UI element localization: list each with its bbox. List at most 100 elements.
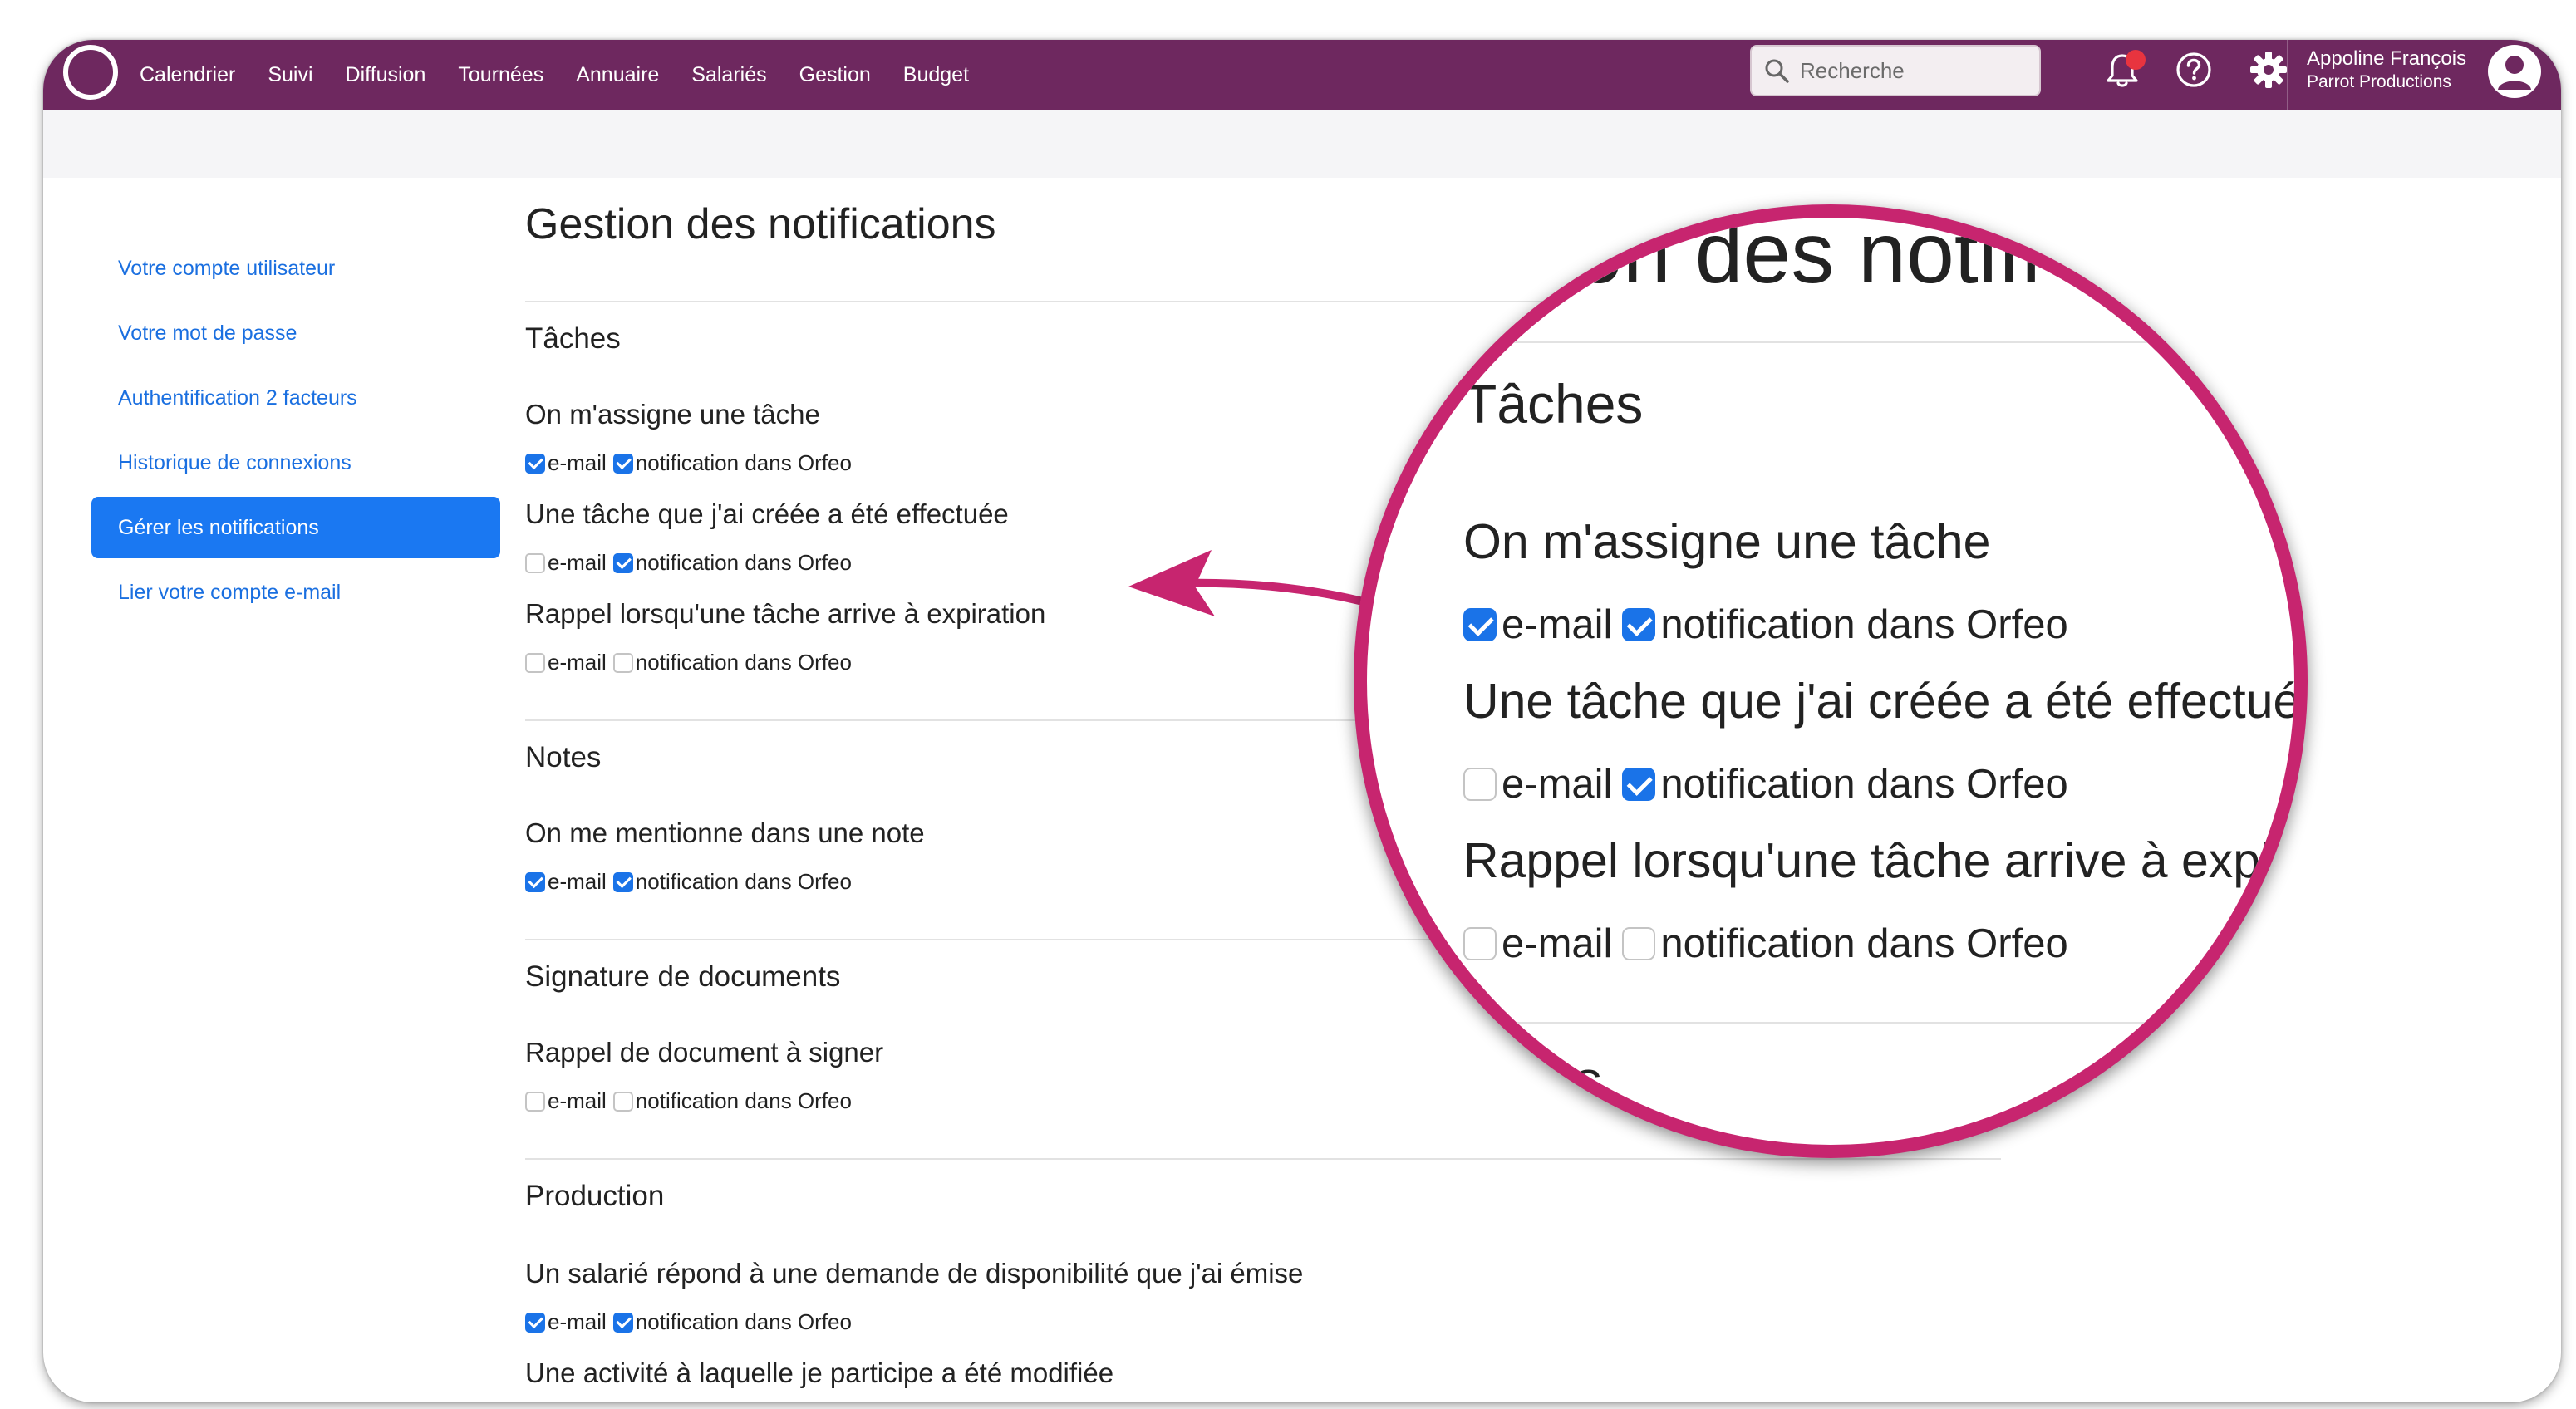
user-organization: Parrot Productions xyxy=(2307,72,2451,91)
notification-options: e-mail notification dans Orfeo xyxy=(525,1309,858,1335)
app-notification-checkbox[interactable] xyxy=(612,1091,633,1112)
app-notification-label: notification dans Orfeo xyxy=(635,550,852,575)
circle-logo-icon[interactable] xyxy=(63,45,118,100)
app-notification-label: notification dans Orfeo xyxy=(635,1088,852,1113)
email-checkbox[interactable] xyxy=(1463,608,1497,641)
divider xyxy=(1467,1022,2294,1024)
app-notification-checkbox[interactable] xyxy=(612,1312,633,1333)
menu-item-calendrier[interactable]: Calendrier xyxy=(140,63,235,87)
email-checkbox[interactable] xyxy=(525,552,545,573)
main-menu: Calendrier Suivi Diffusion Tournées Annu… xyxy=(140,40,1001,110)
app-notification-checkbox[interactable] xyxy=(612,871,633,892)
app-notification-checkbox[interactable] xyxy=(1622,768,1656,801)
zoomed-title-fragment: on des notifi xyxy=(1575,205,2041,302)
app-notification-checkbox[interactable] xyxy=(612,552,633,573)
app-notification-label: notification dans Orfeo xyxy=(1660,602,2068,647)
email-label: e-mail xyxy=(548,550,607,575)
section-title-signature: Signature de documents xyxy=(525,960,841,993)
email-label: e-mail xyxy=(548,1309,607,1334)
asterisk-icon: * xyxy=(55,42,62,62)
menu-item-annuaire[interactable]: Annuaire xyxy=(576,63,659,87)
secondary-bar xyxy=(43,110,2561,178)
notification-item-title: Rappel de document à signer xyxy=(525,1037,884,1068)
app-notification-label: notification dans Orfeo xyxy=(635,1309,852,1334)
email-label: e-mail xyxy=(1502,921,1613,966)
app-notification-checkbox[interactable] xyxy=(1622,608,1656,641)
search-input[interactable] xyxy=(1798,56,2026,85)
help-button[interactable] xyxy=(2172,48,2215,91)
notification-options: e-mail notification dans Orfeo xyxy=(525,869,858,895)
menu-item-suivi[interactable]: Suivi xyxy=(268,63,312,87)
notification-item-title: Un salarié répond à une demande de dispo… xyxy=(525,1258,1304,1289)
email-label: e-mail xyxy=(548,869,607,894)
app-notification-label: notification dans Orfeo xyxy=(635,450,852,475)
email-label: e-mail xyxy=(548,450,607,475)
app-window: * Calendrier Suivi Diffusion Tournées An… xyxy=(43,40,2561,1402)
email-checkbox[interactable] xyxy=(525,1091,545,1112)
email-checkbox[interactable] xyxy=(1463,927,1497,960)
zoomed-content: on des notifi Tâches On m'assigne une tâ… xyxy=(1367,218,2308,1145)
menu-item-salaries[interactable]: Salariés xyxy=(691,63,766,87)
sidebar-item-notifications[interactable]: Gérer les notifications xyxy=(91,497,500,558)
zoom-magnifier: on des notifi Tâches On m'assigne une tâ… xyxy=(1354,204,2308,1158)
email-label: e-mail xyxy=(548,1088,607,1113)
app-notification-label: notification dans Orfeo xyxy=(1660,762,2068,807)
divider xyxy=(525,1158,2001,1160)
app-notification-label: notification dans Orfeo xyxy=(635,869,852,894)
app-notification-checkbox[interactable] xyxy=(612,652,633,673)
sidebar-item-login-history[interactable]: Historique de connexions xyxy=(91,432,500,493)
navbar-divider xyxy=(2287,40,2288,110)
sidebar-item-link-email[interactable]: Lier votre compte e-mail xyxy=(91,562,500,623)
avatar[interactable] xyxy=(2488,45,2541,98)
divider xyxy=(1467,341,2294,343)
search-box[interactable] xyxy=(1750,45,2041,96)
sidebar-item-password[interactable]: Votre mot de passe xyxy=(91,302,500,364)
notifications-button[interactable] xyxy=(2101,48,2146,91)
section-title-taches: Tâches xyxy=(525,322,621,355)
email-checkbox[interactable] xyxy=(525,1312,545,1333)
notification-item-title: Rappel lorsqu'une tâche arrive à expirat… xyxy=(525,598,1046,629)
zoomed-item-title: Une tâche que j'ai créée a été effectuée xyxy=(1463,674,2308,729)
app-notification-label: notification dans Orfeo xyxy=(635,650,852,675)
zoomed-section-title: Tâches xyxy=(1463,373,1644,434)
email-label: e-mail xyxy=(1502,762,1613,807)
zoomed-options: e-mail notification dans Orfeo xyxy=(1463,601,2078,648)
menu-item-budget[interactable]: Budget xyxy=(903,63,969,87)
sidebar-item-account[interactable]: Votre compte utilisateur xyxy=(91,238,500,299)
notification-item-title: Une activité à laquelle je participe a é… xyxy=(525,1357,1114,1388)
notification-options: e-mail notification dans Orfeo xyxy=(525,450,858,476)
email-checkbox[interactable] xyxy=(1463,768,1497,801)
notification-options: e-mail notification dans Orfeo xyxy=(525,650,858,675)
help-icon xyxy=(2176,52,2211,87)
menu-item-diffusion[interactable]: Diffusion xyxy=(346,63,426,87)
app-notification-checkbox[interactable] xyxy=(612,453,633,474)
callout-arrow xyxy=(1128,550,1374,616)
section-title-production: Production xyxy=(525,1180,665,1212)
settings-button[interactable] xyxy=(2247,48,2290,91)
email-checkbox[interactable] xyxy=(525,871,545,892)
app-notification-checkbox[interactable] xyxy=(1622,927,1656,960)
sidebar-item-2fa[interactable]: Authentification 2 facteurs xyxy=(91,367,500,429)
email-checkbox[interactable] xyxy=(525,453,545,474)
settings-sidebar: Votre compte utilisateur Votre mot de pa… xyxy=(91,238,500,626)
top-navbar: * Calendrier Suivi Diffusion Tournées An… xyxy=(43,40,2561,110)
notification-item-title: On m'assigne une tâche xyxy=(525,399,820,430)
email-label: e-mail xyxy=(548,650,607,675)
gear-icon xyxy=(2250,52,2287,88)
user-name: Appoline François xyxy=(2307,47,2467,70)
email-checkbox[interactable] xyxy=(525,652,545,673)
menu-item-gestion[interactable]: Gestion xyxy=(799,63,871,87)
zoomed-next-section-fragment: s xyxy=(1575,1049,1602,1111)
notification-item-title: Une tâche que j'ai créée a été effectuée xyxy=(525,498,1009,529)
notification-options: e-mail notification dans Orfeo xyxy=(525,550,858,576)
app-notification-label: notification dans Orfeo xyxy=(1660,921,2068,966)
user-menu[interactable]: Appoline François Parrot Productions xyxy=(2307,47,2467,93)
menu-item-tournees[interactable]: Tournées xyxy=(458,63,543,87)
email-label: e-mail xyxy=(1502,602,1613,647)
user-icon xyxy=(2498,56,2531,90)
search-icon xyxy=(1765,59,1789,83)
zoomed-item-title: Rappel lorsqu'une tâche arrive à expirat… xyxy=(1463,833,2308,888)
section-title-notes: Notes xyxy=(525,741,602,773)
zoomed-options: e-mail notification dans Orfeo xyxy=(1463,921,2078,967)
notification-options: e-mail notification dans Orfeo xyxy=(525,1088,858,1114)
